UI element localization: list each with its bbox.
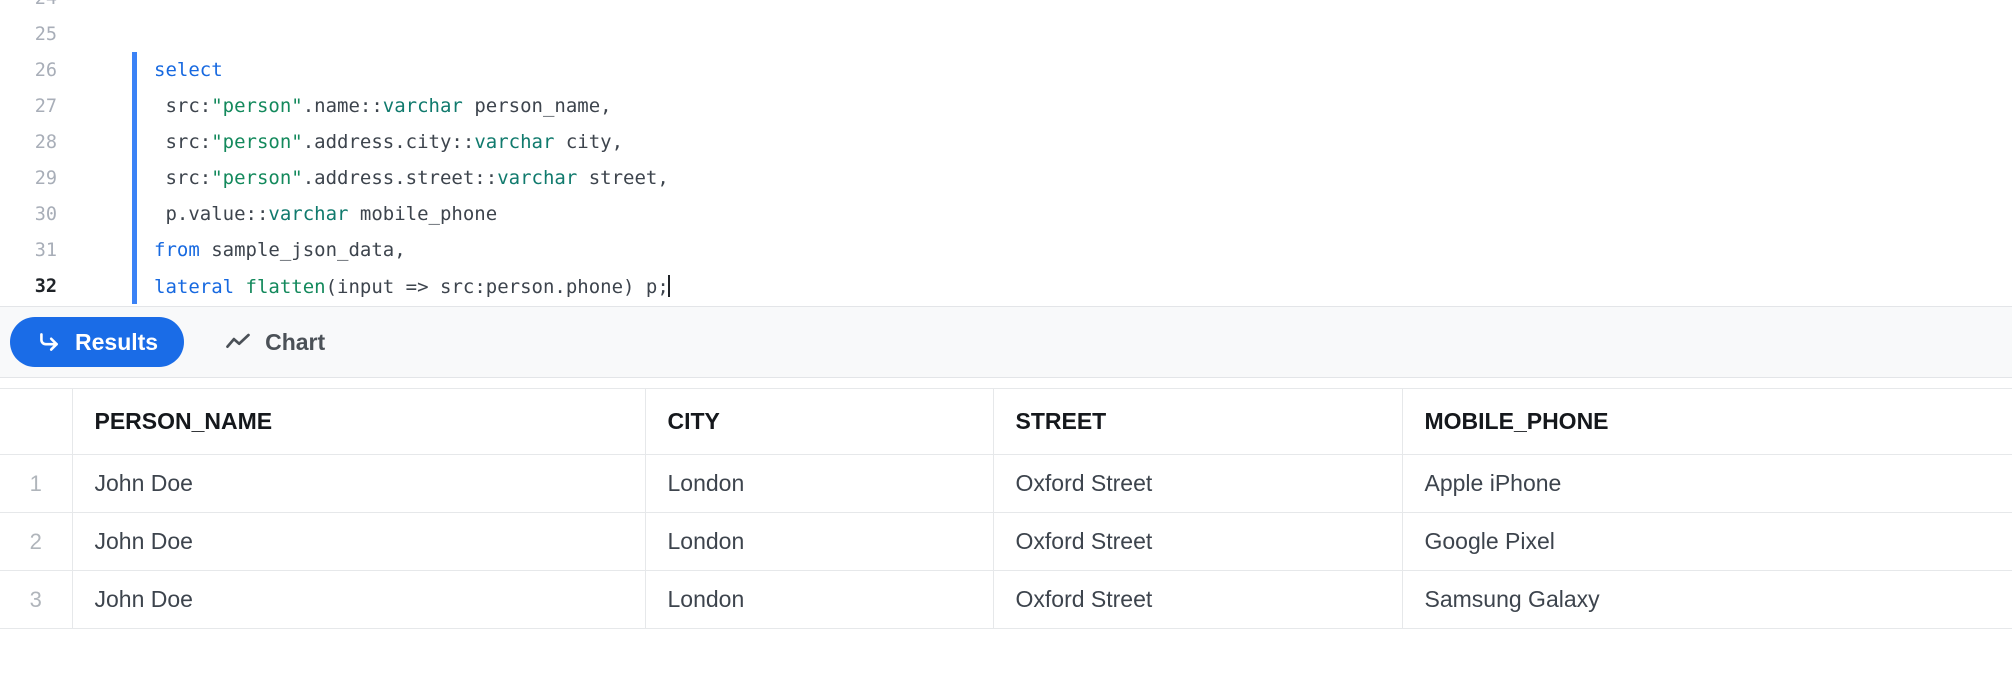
line-number: 29	[34, 167, 57, 189]
table-cell[interactable]: Oxford Street	[992, 512, 1403, 571]
code-line[interactable]: 32 lateral flatten(input => src:person.ph…	[0, 268, 2012, 304]
table-cell[interactable]: John Doe	[71, 570, 646, 629]
table-cell[interactable]: Apple iPhone	[1401, 454, 2012, 513]
code-token: src:	[154, 167, 212, 189]
row-number-cell: 3	[0, 570, 73, 629]
code-token: varchar	[497, 167, 578, 189]
code-lines-container[interactable]: 242526select27 src:"person".name::varcha…	[0, 0, 2012, 304]
tab-chart[interactable]: Chart	[198, 317, 351, 367]
column-header[interactable]: STREET	[992, 388, 1403, 455]
code-line[interactable]: 27 src:"person".name::varchar person_nam…	[0, 88, 2012, 124]
line-number: 25	[34, 23, 57, 45]
table-header: PERSON_NAME CITY STREET MOBILE_PHONE	[0, 388, 2012, 455]
code-token: city,	[554, 131, 624, 153]
results-toolbar: Results Chart	[0, 306, 2012, 378]
line-number: 31	[34, 239, 57, 261]
code-line[interactable]: 28 src:"person".address.city::varchar ci…	[0, 124, 2012, 160]
code-line-text: select	[137, 59, 223, 81]
code-token: "person"	[211, 95, 303, 117]
table-body: 1 John Doe London Oxford Street Apple iPhone…	[0, 454, 2012, 629]
column-header[interactable]: CITY	[644, 388, 994, 455]
code-token: lateral	[154, 275, 235, 298]
row-number-header	[0, 388, 73, 455]
tab-results[interactable]: Results	[10, 317, 185, 367]
table-cell[interactable]: John Doe	[71, 454, 646, 513]
table-cell[interactable]: London	[644, 454, 994, 513]
code-token: varchar	[474, 131, 555, 153]
code-token: person_name,	[462, 95, 612, 117]
code-line[interactable]: 30 p.value::varchar mobile_phone	[0, 196, 2012, 232]
table-cell[interactable]: Google Pixel	[1401, 512, 2012, 571]
code-line-text: src:"person".name::varchar person_name,	[137, 95, 612, 117]
code-token: "person"	[211, 167, 303, 189]
code-token: src:	[154, 95, 212, 117]
code-token: "person"	[211, 131, 303, 153]
table-cell[interactable]: John Doe	[71, 512, 646, 571]
row-number-cell: 2	[0, 512, 73, 571]
line-number: 27	[34, 95, 57, 117]
results-table: PERSON_NAME CITY STREET MOBILE_PHONE 1 John …	[0, 388, 2012, 629]
table-row[interactable]: 1 John Doe London Oxford Street Apple iPhone	[0, 454, 2012, 513]
sql-code-editor[interactable]: 242526select27 src:"person".name::varcha…	[0, 0, 2012, 306]
column-header[interactable]: MOBILE_PHONE	[1401, 388, 2012, 455]
code-line-text: src:"person".address.street::varchar str…	[137, 167, 669, 189]
line-number: 26	[34, 59, 57, 81]
row-number-cell: 1	[0, 454, 73, 513]
code-token: .name::	[302, 95, 383, 117]
code-token: street,	[577, 167, 669, 189]
statement-marker	[132, 0, 137, 16]
code-line[interactable]: 29 src:"person".address.street::varchar …	[0, 160, 2012, 196]
code-line-text: lateral flatten(input => src:person.phon…	[137, 274, 670, 298]
code-line[interactable]: 24	[0, 0, 2012, 16]
code-line[interactable]: 26 select	[0, 52, 2012, 88]
code-token: flatten	[245, 275, 326, 298]
table-header-row: PERSON_NAME CITY STREET MOBILE_PHONE	[0, 388, 2012, 455]
code-token: varchar	[382, 95, 463, 117]
code-line-text: p.value::varchar mobile_phone	[137, 203, 497, 225]
table-cell[interactable]: Samsung Galaxy	[1401, 570, 2012, 629]
table-row[interactable]: 2 John Doe London Oxford Street Google Pixel	[0, 512, 2012, 571]
code-token: mobile_phone	[348, 203, 498, 225]
table-cell[interactable]: Oxford Street	[992, 570, 1403, 629]
code-line-text: from sample_json_data,	[137, 239, 406, 261]
code-line[interactable]: 25	[0, 16, 2012, 52]
code-token: p.value::	[154, 203, 269, 225]
corner-down-right-arrow-icon	[36, 329, 62, 355]
tab-results-label: Results	[75, 328, 159, 355]
line-chart-icon	[224, 328, 252, 356]
line-number: 24	[0, 0, 73, 9]
code-token: src:	[154, 131, 212, 153]
code-line-text: src:"person".address.city::varchar city,	[137, 131, 623, 153]
code-line[interactable]: 31 from sample_json_data,	[0, 232, 2012, 268]
statement-marker	[132, 16, 137, 52]
line-number: 28	[34, 131, 57, 153]
code-token: select	[154, 59, 223, 81]
line-number: 30	[34, 203, 57, 225]
code-token: sample_json_data,	[199, 239, 406, 261]
code-token: from	[154, 239, 200, 261]
table-cell[interactable]: London	[644, 512, 994, 571]
column-header[interactable]: PERSON_NAME	[71, 388, 646, 455]
code-token: .address.city::	[302, 131, 475, 153]
results-table-container: PERSON_NAME CITY STREET MOBILE_PHONE 1 John …	[0, 378, 2012, 629]
tab-chart-label: Chart	[265, 328, 326, 355]
code-token: .address.street::	[302, 167, 498, 189]
sql-worksheet: 242526select27 src:"person".name::varcha…	[0, 0, 2012, 694]
code-token: (input => src:person.phone) p;	[325, 275, 669, 298]
code-token: varchar	[268, 203, 349, 225]
line-number: 32	[34, 275, 57, 297]
text-cursor	[667, 274, 670, 297]
table-row[interactable]: 3 John Doe London Oxford Street Samsung Gala…	[0, 570, 2012, 629]
table-cell[interactable]: London	[644, 570, 994, 629]
table-cell[interactable]: Oxford Street	[992, 454, 1403, 513]
